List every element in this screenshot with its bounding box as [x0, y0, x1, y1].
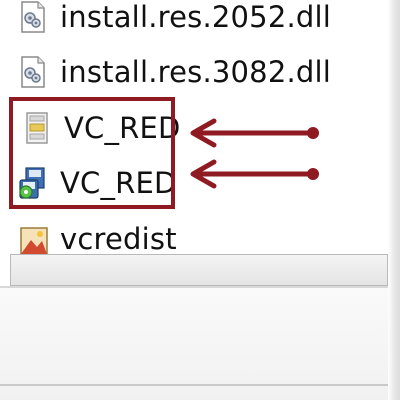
dll-file-icon	[21, 56, 45, 88]
bitmap-image-icon	[20, 227, 48, 255]
file-name-label: vcredist	[60, 222, 177, 256]
file-item-install-res-2052[interactable]: install.res.2052.dll	[16, 0, 331, 40]
file-name-label: install.res.3082.dll	[60, 55, 332, 89]
divider	[0, 384, 400, 386]
highlight-box	[9, 97, 175, 209]
explorer-window: install.res.2052.dll install.res.3082.dl…	[0, 0, 400, 400]
dll-file-icon	[21, 1, 45, 33]
file-item-install-res-3082[interactable]: install.res.3082.dll	[16, 49, 331, 95]
horizontal-scrollbar[interactable]	[10, 254, 388, 286]
file-name-label: install.res.2052.dll	[60, 0, 332, 34]
window-edge	[388, 0, 400, 400]
